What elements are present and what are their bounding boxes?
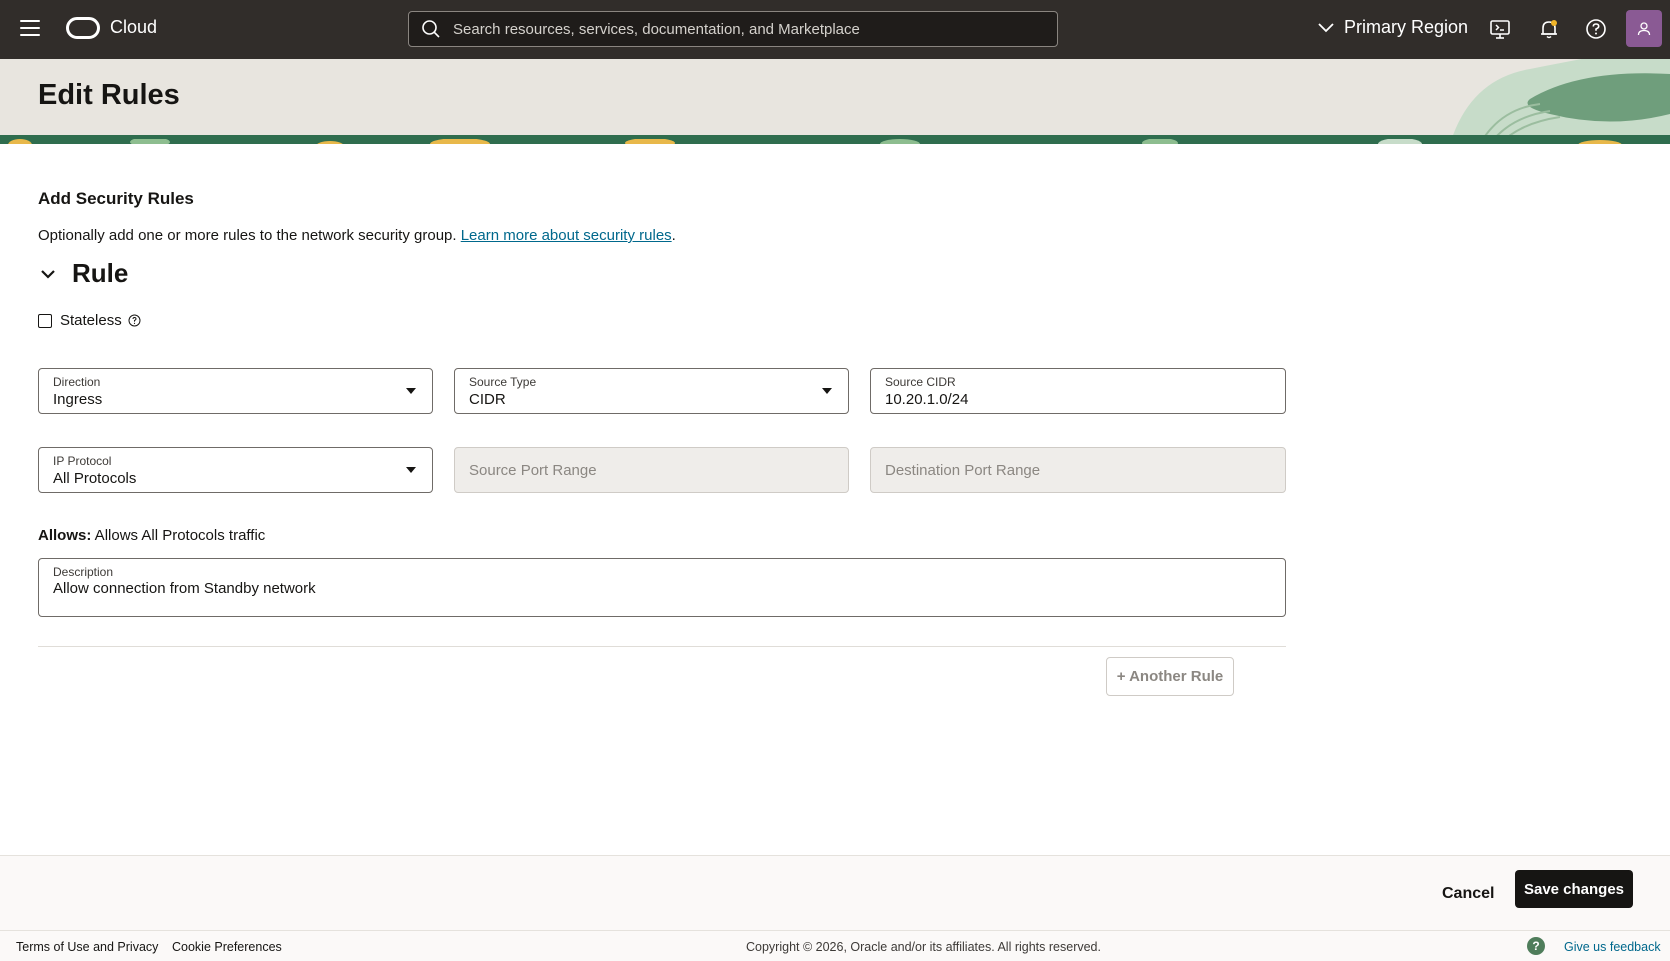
help-icon[interactable] (1585, 18, 1607, 40)
terms-of-use-link[interactable]: Terms of Use and Privacy (16, 940, 158, 954)
user-avatar[interactable] (1626, 10, 1662, 47)
chevron-down-icon (1318, 22, 1334, 32)
divider (38, 646, 1286, 647)
ip-protocol-label: IP Protocol (53, 454, 112, 468)
allows-summary: Allows: Allows All Protocols traffic (38, 527, 265, 544)
page-banner: Edit Rules (0, 59, 1670, 144)
save-changes-button[interactable]: Save changes (1515, 870, 1633, 908)
description-value[interactable]: Allow connection from Standby network (53, 580, 316, 597)
section-title: Add Security Rules (38, 189, 194, 208)
section-description-text: Optionally add one or more rules to the … (38, 227, 461, 244)
global-search-box[interactable] (408, 11, 1058, 47)
action-bar: Cancel Save changes (0, 855, 1670, 930)
global-search-input[interactable] (453, 20, 1043, 38)
stateless-label: Stateless (60, 312, 122, 329)
cancel-button[interactable]: Cancel (1430, 879, 1506, 909)
rule-title: Rule (72, 258, 129, 288)
help-icon[interactable] (128, 314, 141, 327)
oracle-logo-icon[interactable] (66, 17, 100, 39)
notifications-bell-icon[interactable] (1538, 18, 1560, 40)
description-label: Description (53, 565, 114, 579)
source-type-value: CIDR (469, 391, 506, 408)
source-port-range-field: Source Port Range (454, 447, 849, 493)
region-selector[interactable]: Primary Region (1318, 17, 1468, 38)
ip-protocol-select[interactable]: IP Protocol All Protocols (38, 447, 433, 493)
dropdown-caret-icon (406, 388, 416, 394)
add-another-rule-button[interactable]: + Another Rule (1106, 657, 1234, 696)
learn-more-link[interactable]: Learn more about security rules (461, 227, 672, 244)
banner-pattern-image (8, 137, 1622, 144)
page-footer: Terms of Use and Privacy Cookie Preferen… (0, 930, 1670, 961)
description-field[interactable]: Description Allow connection from Standb… (38, 558, 1286, 617)
search-icon (422, 20, 440, 38)
dropdown-caret-icon (822, 388, 832, 394)
feedback-icon[interactable]: ? (1527, 937, 1545, 955)
banner-decoration-image (1450, 59, 1670, 144)
source-type-label: Source Type (469, 375, 537, 389)
source-port-range-placeholder: Source Port Range (469, 462, 597, 479)
source-cidr-field[interactable]: Source CIDR 10.20.1.0/24 (870, 368, 1286, 414)
page-title: Edit Rules (38, 79, 180, 111)
stateless-option: Stateless (38, 312, 141, 329)
section-description-period: . (671, 227, 676, 244)
allows-label: Allows: (38, 527, 92, 544)
cloud-shell-icon[interactable] (1489, 18, 1511, 40)
dropdown-caret-icon (406, 467, 416, 473)
region-label: Primary Region (1344, 17, 1469, 37)
banner-pattern-strip (0, 135, 1670, 144)
top-navigation-bar: Cloud Primary Region (0, 0, 1670, 59)
rule-collapse-toggle[interactable]: Rule (38, 258, 128, 289)
direction-select[interactable]: Direction Ingress (38, 368, 433, 414)
hamburger-menu-icon[interactable] (20, 20, 40, 38)
copyright-text: Copyright © 2026, Oracle and/or its affi… (746, 940, 1101, 954)
ip-protocol-value: All Protocols (53, 470, 137, 487)
section-description: Optionally add one or more rules to the … (38, 227, 676, 244)
stateless-checkbox[interactable] (38, 313, 52, 328)
source-type-select[interactable]: Source Type CIDR (454, 368, 849, 414)
cookie-preferences-link[interactable]: Cookie Preferences (172, 940, 282, 954)
direction-value: Ingress (53, 391, 103, 408)
direction-label: Direction (53, 375, 101, 389)
source-cidr-value[interactable]: 10.20.1.0/24 (885, 391, 968, 408)
user-icon (1637, 21, 1651, 35)
source-cidr-label: Source CIDR (885, 375, 956, 389)
destination-port-range-field: Destination Port Range (870, 447, 1286, 493)
brand-name[interactable]: Cloud (110, 17, 157, 38)
destination-port-range-placeholder: Destination Port Range (885, 462, 1041, 479)
give-feedback-link[interactable]: Give us feedback (1564, 940, 1661, 954)
allows-text: Allows All Protocols traffic (91, 527, 266, 544)
chevron-down-icon (41, 269, 55, 279)
